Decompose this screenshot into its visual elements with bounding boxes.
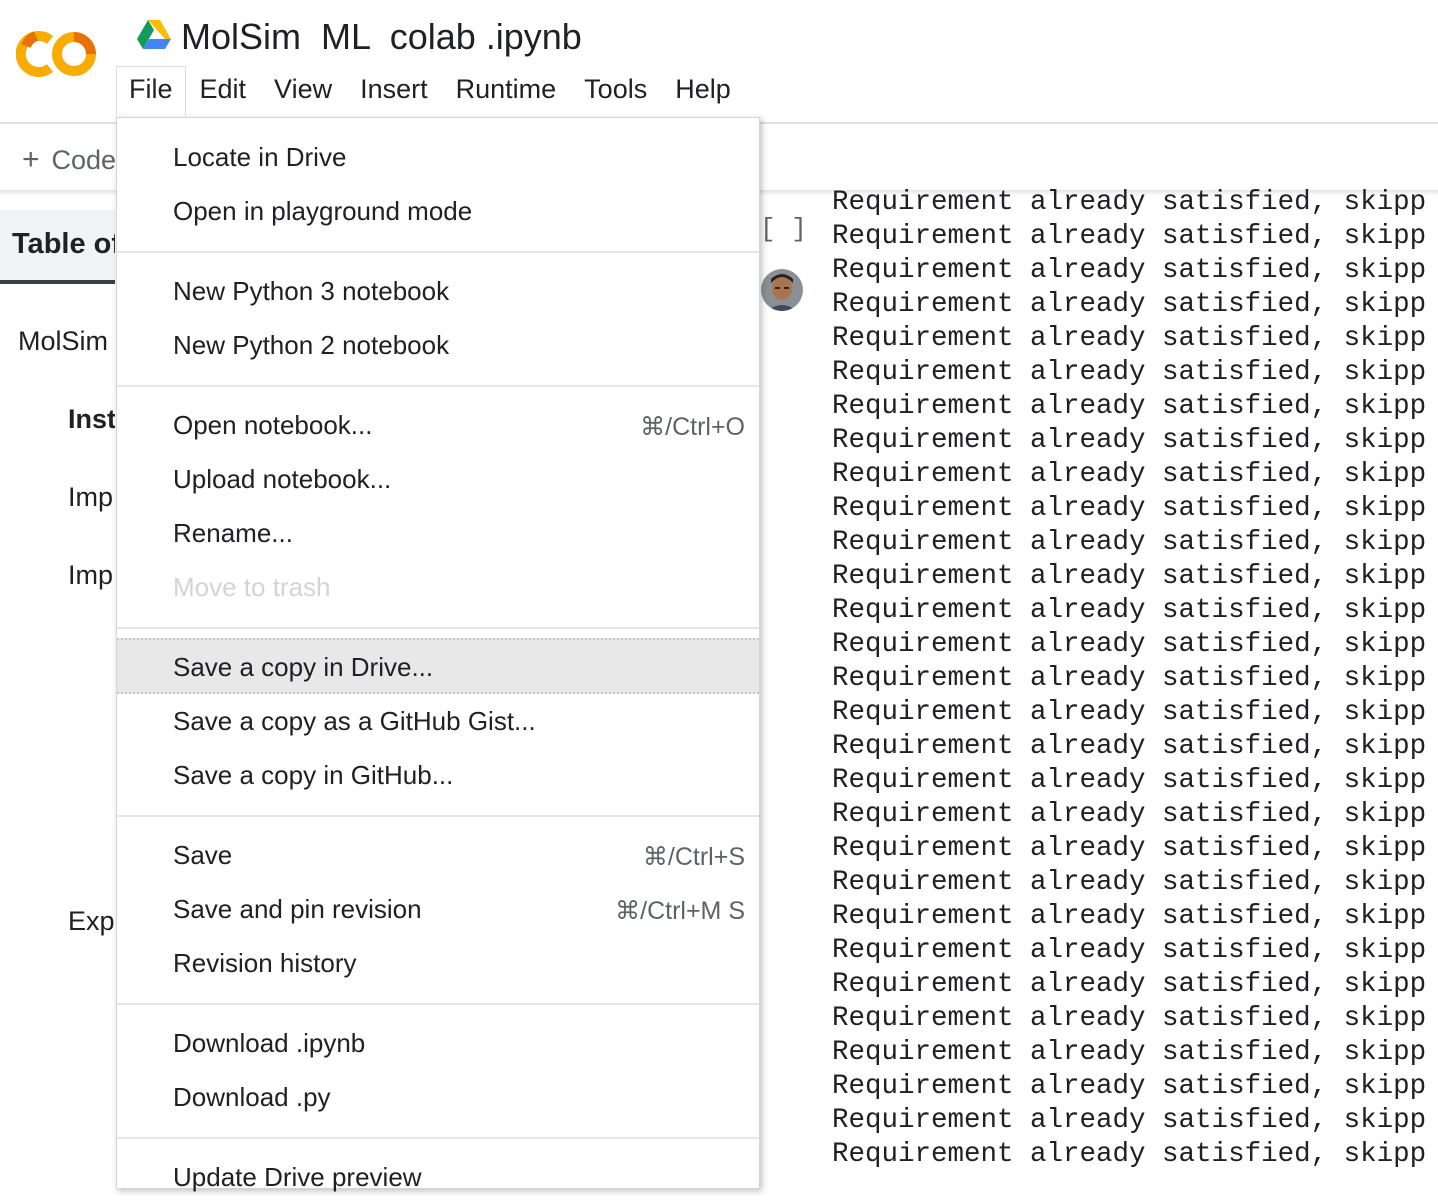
output-line: Requirement already satisfied, skipp [832, 527, 1427, 558]
menu-help[interactable]: Help [661, 66, 745, 116]
output-line: Requirement already satisfied, skipp [832, 1139, 1427, 1170]
menu-runtime[interactable]: Runtime [442, 66, 571, 116]
file-menu-dropdown: Locate in Drive Open in playground mode … [116, 117, 760, 1192]
output-line: Requirement already satisfied, skipp [832, 221, 1427, 252]
shortcut-save-pin: ⌘/Ctrl+M S [615, 897, 745, 925]
toc-entry-install[interactable]: Inst [68, 404, 115, 435]
output-line: Requirement already satisfied, skipp [832, 255, 1427, 286]
menu-item-new-python3[interactable]: New Python 3 notebook [117, 264, 759, 318]
toc-entry-explore[interactable]: Exp [68, 906, 115, 937]
menu-separator [117, 627, 759, 629]
sidebar: Table of contents MolSim Inst Imp Imp Ex… [0, 196, 115, 1172]
output-line: Requirement already satisfied, skipp [832, 561, 1427, 592]
output-line: Requirement already satisfied, skipp [832, 595, 1427, 626]
add-code-label: Code [51, 145, 117, 175]
cell-run-bracket[interactable]: [ ] [760, 214, 807, 244]
menu-item-open-notebook[interactable]: Open notebook... ⌘/Ctrl+O [117, 398, 759, 452]
add-code-button[interactable]: + Code [22, 143, 116, 177]
menu-separator [117, 1137, 759, 1139]
menu-item-move-to-trash: Move to trash [173, 572, 331, 602]
menu-item-download-py[interactable]: Download .py [117, 1070, 759, 1124]
output-line: Requirement already satisfied, skipp [832, 187, 1427, 218]
menu-item-save-copy-github[interactable]: Save a copy in GitHub... [117, 748, 759, 802]
google-drive-icon[interactable] [137, 20, 171, 50]
output-line: Requirement already satisfied, skipp [832, 867, 1427, 898]
menu-separator [117, 251, 759, 253]
output-line: Requirement already satisfied, skipp [832, 289, 1427, 320]
menu-separator [117, 815, 759, 817]
toc-tab[interactable]: Table of contents [0, 210, 115, 282]
toc-entry-import-1[interactable]: Imp [68, 482, 113, 513]
menu-item-download-ipynb[interactable]: Download .ipynb [117, 1016, 759, 1070]
output-line: Requirement already satisfied, skipp [832, 1105, 1427, 1136]
shortcut-save: ⌘/Ctrl+S [642, 843, 745, 871]
output-line: Requirement already satisfied, skipp [832, 969, 1427, 1000]
output-line: Requirement already satisfied, skipp [832, 629, 1427, 660]
output-line: Requirement already satisfied, skipp [832, 357, 1427, 388]
menu-view[interactable]: View [260, 66, 346, 116]
colab-logo-icon[interactable] [16, 28, 98, 80]
toc-tab-underline [0, 280, 115, 284]
menu-separator [117, 1003, 759, 1005]
output-line: Requirement already satisfied, skipp [832, 833, 1427, 864]
toc-entry-molsim[interactable]: MolSim [18, 326, 108, 357]
menu-bar: File Edit View Insert Runtime Tools Help [116, 66, 745, 116]
menu-edit[interactable]: Edit [186, 66, 261, 116]
cell-output: Requirement already satisfied, skipp Requ… [832, 186, 1438, 1172]
menu-insert[interactable]: Insert [346, 66, 442, 116]
output-line: Requirement already satisfied, skipp [832, 493, 1427, 524]
menu-item-save[interactable]: Save ⌘/Ctrl+S [117, 828, 759, 882]
menu-separator [117, 385, 759, 387]
menu-item-update-drive-preview[interactable]: Update Drive preview [117, 1150, 759, 1204]
output-line: Requirement already satisfied, skipp [832, 1071, 1427, 1102]
menu-item-new-python2[interactable]: New Python 2 notebook [117, 318, 759, 372]
menu-item-open-playground[interactable]: Open in playground mode [117, 184, 759, 238]
shortcut-open: ⌘/Ctrl+O [640, 413, 745, 441]
output-line: Requirement already satisfied, skipp [832, 765, 1427, 796]
toc-tab-label: Table of contents [12, 228, 115, 260]
menu-item-save-pin-revision[interactable]: Save and pin revision ⌘/Ctrl+M S [117, 882, 759, 936]
output-line: Requirement already satisfied, skipp [832, 459, 1427, 490]
plus-icon: + [22, 143, 40, 176]
menu-item-revision-history[interactable]: Revision history [117, 936, 759, 990]
output-line: Requirement already satisfied, skipp [832, 731, 1427, 762]
menu-tools[interactable]: Tools [570, 66, 661, 116]
menu-item-rename[interactable]: Rename... [117, 506, 759, 560]
notebook-title[interactable]: MolSim ML colab .ipynb [181, 16, 582, 58]
output-line: Requirement already satisfied, skipp [832, 935, 1427, 966]
user-avatar [761, 269, 803, 311]
output-line: Requirement already satisfied, skipp [832, 1037, 1427, 1068]
output-line: Requirement already satisfied, skipp [832, 1003, 1427, 1034]
output-line: Requirement already satisfied, skipp [832, 425, 1427, 456]
menu-file[interactable]: File [116, 66, 186, 116]
output-line: Requirement already satisfied, skipp [832, 901, 1427, 932]
menu-item-save-copy-gist[interactable]: Save a copy as a GitHub Gist... [117, 694, 759, 748]
output-line: Requirement already satisfied, skipp [832, 323, 1427, 354]
menu-item-save-copy-drive[interactable]: Save a copy in Drive... [117, 638, 759, 694]
output-line: Requirement already satisfied, skipp [832, 663, 1427, 694]
output-line: Requirement already satisfied, skipp [832, 799, 1427, 830]
menu-item-upload-notebook[interactable]: Upload notebook... [117, 452, 759, 506]
output-line: Requirement already satisfied, skipp [832, 697, 1427, 728]
menu-item-locate-in-drive[interactable]: Locate in Drive [117, 130, 759, 184]
toc-entry-import-2[interactable]: Imp [68, 560, 113, 591]
output-line: Requirement already satisfied, skipp [832, 391, 1427, 422]
